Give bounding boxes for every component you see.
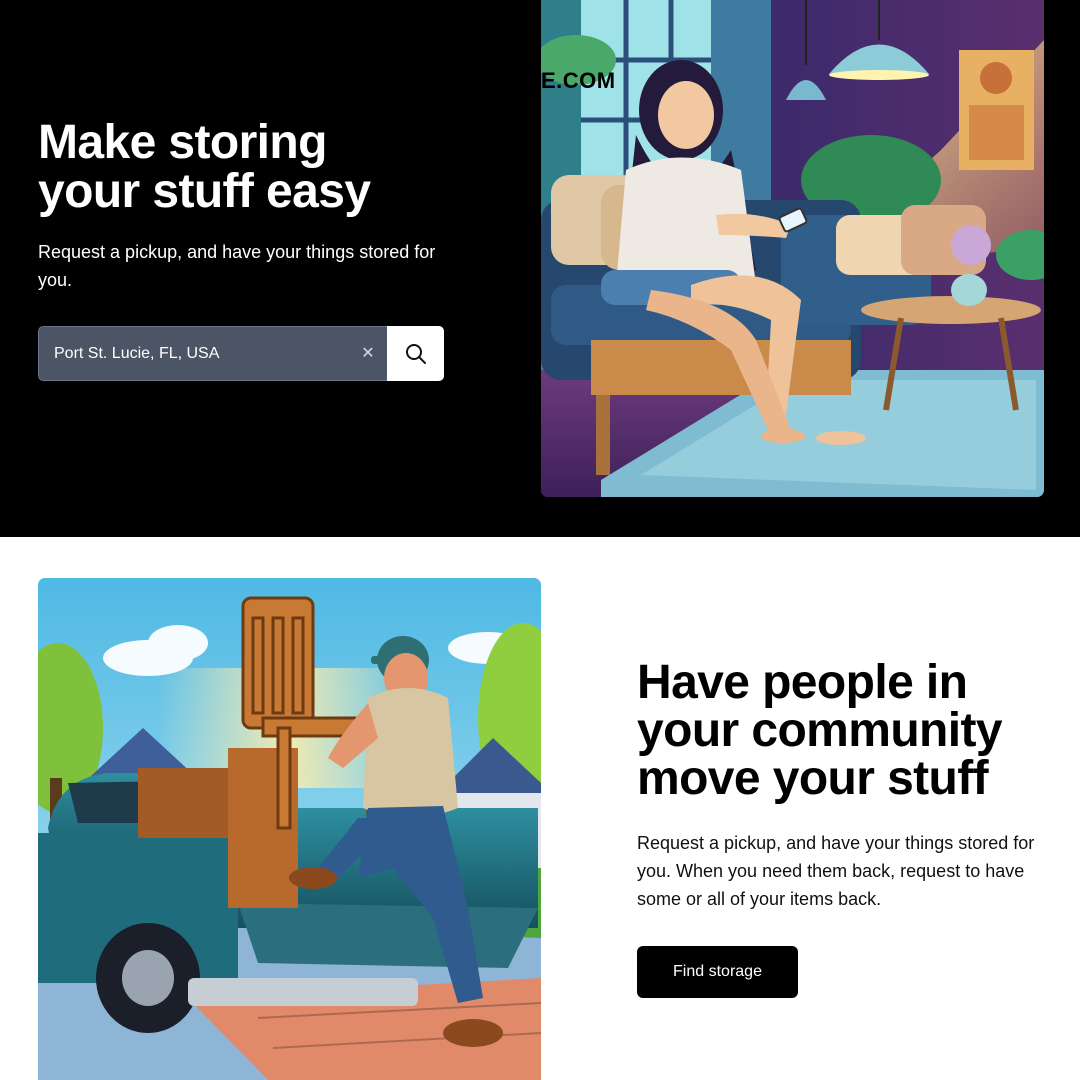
search-button[interactable] bbox=[387, 326, 444, 381]
feature-description: Request a pickup, and have your things s… bbox=[637, 833, 1035, 909]
feature-title: Have people in your community move your … bbox=[637, 659, 1057, 803]
location-search: ✕ bbox=[38, 326, 444, 381]
hero-title-line-1: Make storing bbox=[38, 116, 327, 169]
feature-title-line-3: move your stuff bbox=[637, 752, 989, 805]
find-storage-button[interactable]: Find storage bbox=[637, 946, 798, 998]
feature-section: Have people in your community move your … bbox=[0, 537, 1080, 1080]
hero-title: Make storing your stuff easy bbox=[38, 118, 478, 216]
location-search-input[interactable] bbox=[38, 326, 387, 381]
search-icon bbox=[405, 343, 426, 364]
hero-subtitle: Request a pickup, and have your things s… bbox=[38, 242, 436, 290]
hero-section: Make storing your stuff easy Request a p… bbox=[0, 0, 1080, 537]
close-icon[interactable]: ✕ bbox=[358, 343, 378, 363]
brand-overlay-text: E.COM bbox=[541, 68, 616, 93]
woman-on-couch-illustration bbox=[541, 0, 1044, 497]
feature-title-line-1: Have people in bbox=[637, 656, 968, 709]
man-loading-truck-illustration bbox=[38, 578, 541, 1080]
feature-title-line-2: your community bbox=[637, 704, 1003, 757]
hero-title-line-2: your stuff easy bbox=[38, 165, 371, 218]
